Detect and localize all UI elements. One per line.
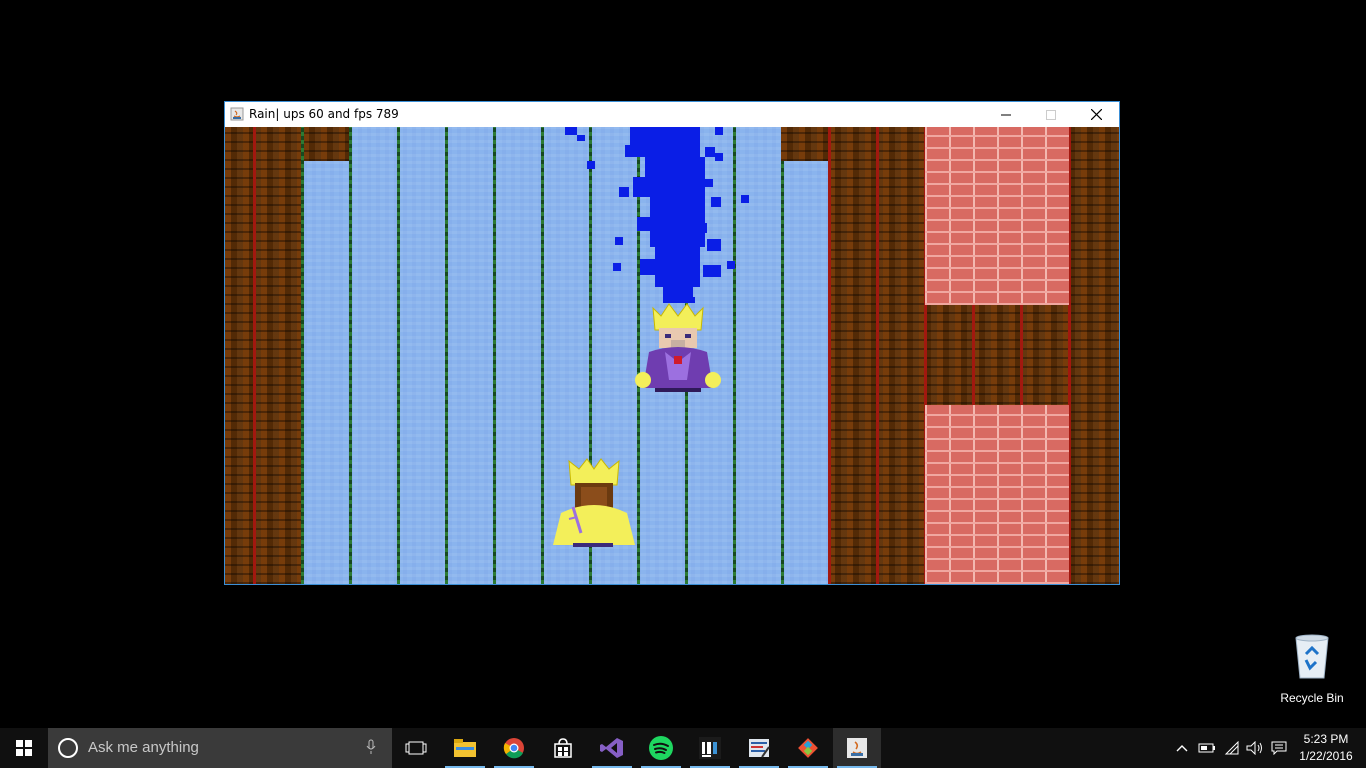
brick-block-top <box>925 127 1069 305</box>
taskbar-intellij[interactable] <box>686 728 734 768</box>
visual-studio-icon <box>600 738 623 758</box>
wood-divider <box>1020 305 1023 405</box>
title-bar[interactable]: Rain| ups 60 and fps 789 <box>225 102 1119 127</box>
microphone-icon[interactable] <box>366 739 376 755</box>
windows-logo-icon <box>16 740 32 756</box>
taskbar-java-app[interactable] <box>833 728 881 768</box>
battery-icon <box>1198 743 1215 753</box>
java-icon <box>847 738 867 758</box>
wood-divider <box>972 305 975 405</box>
lane-divider <box>349 127 352 584</box>
folder-icon <box>454 739 476 757</box>
wood-wall-left <box>225 127 303 584</box>
taskbar-file-explorer[interactable] <box>441 728 489 768</box>
wizard-mob-sprite <box>635 303 721 392</box>
search-box[interactable]: Ask me anything <box>48 728 392 768</box>
maximize-icon <box>1046 109 1056 120</box>
close-button[interactable] <box>1073 102 1119 127</box>
game-canvas[interactable] <box>225 127 1119 584</box>
task-view-icon <box>405 741 427 755</box>
tray-battery[interactable] <box>1196 728 1218 768</box>
wood-ledge-left <box>303 127 349 161</box>
brick-block-bottom <box>925 405 1069 584</box>
cortana-icon <box>58 738 78 758</box>
tray-network[interactable] <box>1221 728 1243 768</box>
rain-particles <box>565 127 749 303</box>
clock[interactable]: 5:23 PM 1/22/2016 <box>1296 731 1356 765</box>
start-button[interactable] <box>0 728 48 768</box>
lane-divider <box>301 127 304 584</box>
minimize-icon <box>1001 114 1011 115</box>
clock-date: 1/22/2016 <box>1299 749 1353 763</box>
chrome-icon <box>503 738 524 759</box>
close-icon <box>1090 109 1102 120</box>
maximize-button[interactable] <box>1028 102 1074 127</box>
taskbar: Ask me anything 5:23 PM 1/22/2016 <box>0 728 1366 768</box>
taskbar-chrome[interactable] <box>490 728 538 768</box>
recycle-bin-label: Recycle Bin <box>1280 691 1344 705</box>
taskbar-editor[interactable] <box>735 728 783 768</box>
tray-overflow-button[interactable] <box>1172 728 1192 768</box>
wood-ledge-right <box>781 127 829 161</box>
taskbar-visual-studio[interactable] <box>588 728 636 768</box>
water-floor <box>781 161 829 584</box>
notifications-icon <box>1271 741 1287 755</box>
intellij-icon <box>699 737 721 759</box>
taskbar-store[interactable] <box>539 728 587 768</box>
store-icon <box>554 738 572 758</box>
window-title: Rain| ups 60 and fps 789 <box>249 107 399 121</box>
desktop-recycle-bin[interactable]: Recycle Bin <box>1276 632 1348 705</box>
taskbar-git[interactable] <box>784 728 832 768</box>
game-window[interactable]: Rain| ups 60 and fps 789 <box>224 101 1120 585</box>
spotify-icon <box>649 736 673 760</box>
tray-action-center[interactable] <box>1268 728 1290 768</box>
clock-time: 5:23 PM <box>1303 732 1349 746</box>
lane-divider <box>781 127 784 584</box>
task-view-button[interactable] <box>392 728 440 768</box>
editor-icon <box>749 739 770 758</box>
water-floor <box>303 161 349 584</box>
lane-divider <box>541 127 544 584</box>
lane-divider <box>397 127 400 584</box>
recycle-bin-icon <box>1295 634 1329 679</box>
tray-volume[interactable] <box>1244 728 1266 768</box>
wood-divider <box>253 127 256 584</box>
wood-divider <box>876 127 879 584</box>
player-sprite <box>553 458 635 547</box>
search-placeholder: Ask me anything <box>88 739 199 756</box>
git-icon <box>798 738 818 758</box>
lane-divider <box>445 127 448 584</box>
taskbar-spotify[interactable] <box>637 728 685 768</box>
java-icon <box>230 107 244 121</box>
wifi-icon <box>1224 741 1239 755</box>
volume-icon <box>1246 741 1262 755</box>
wood-divider <box>828 127 831 584</box>
lane-divider <box>493 127 496 584</box>
chevron-up-icon <box>1176 745 1188 752</box>
minimize-button[interactable] <box>983 102 1029 127</box>
